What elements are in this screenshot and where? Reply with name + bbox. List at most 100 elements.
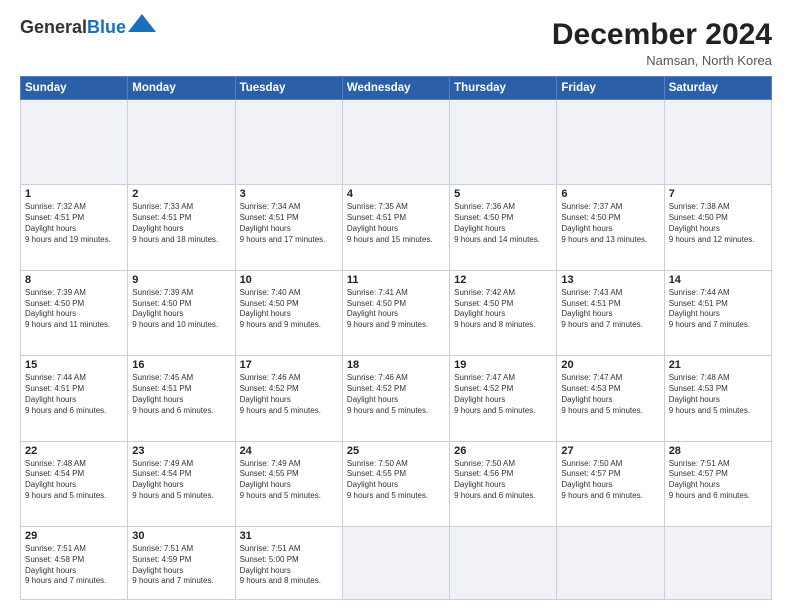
calendar-day-cell xyxy=(557,100,664,185)
calendar-day-cell: 13 Sunrise: 7:43 AMSunset: 4:51 PMDayligh… xyxy=(557,270,664,355)
calendar-day-cell: 7 Sunrise: 7:38 AMSunset: 4:50 PMDaylight… xyxy=(664,185,771,270)
day-info: Sunrise: 7:46 AMSunset: 4:52 PMDaylight … xyxy=(347,373,445,416)
calendar-day-cell: 16 Sunrise: 7:45 AMSunset: 4:51 PMDayligh… xyxy=(128,356,235,441)
day-number: 6 xyxy=(561,188,659,200)
day-number: 27 xyxy=(561,445,659,457)
day-of-week-header: Wednesday xyxy=(342,77,449,100)
calendar-day-cell: 14Sunrise: 7:44 AMSunset: 4:51 PMDayligh… xyxy=(664,270,771,355)
calendar-day-cell xyxy=(450,100,557,185)
day-number: 16 xyxy=(132,359,230,371)
day-number: 17 xyxy=(240,359,338,371)
calendar-day-cell: 15Sunrise: 7:44 AMSunset: 4:51 PMDayligh… xyxy=(21,356,128,441)
day-number: 25 xyxy=(347,445,445,457)
calendar-day-cell: 6Sunrise: 7:37 AMSunset: 4:50 PMDaylight… xyxy=(557,185,664,270)
day-of-week-header: Thursday xyxy=(450,77,557,100)
day-info: Sunrise: 7:45 AMSunset: 4:51 PMDaylight … xyxy=(132,373,230,416)
calendar-day-cell xyxy=(21,100,128,185)
day-info: Sunrise: 7:40 AMSunset: 4:50 PMDaylight … xyxy=(240,288,338,331)
calendar-day-cell: 2 Sunrise: 7:33 AMSunset: 4:51 PMDaylight… xyxy=(128,185,235,270)
calendar-header-row: SundayMondayTuesdayWednesdayThursdayFrid… xyxy=(21,77,772,100)
day-info: Sunrise: 7:51 AMSunset: 4:58 PMDaylight … xyxy=(25,544,123,587)
calendar-day-cell: 26 Sunrise: 7:50 AMSunset: 4:56 PMDayligh… xyxy=(450,441,557,526)
calendar-day-cell: 3Sunrise: 7:34 AMSunset: 4:51 PMDaylight… xyxy=(235,185,342,270)
day-info: Sunrise: 7:46 AMSunset: 4:52 PMDaylight … xyxy=(240,373,338,416)
calendar-day-cell: 4 Sunrise: 7:35 AMSunset: 4:51 PMDaylight… xyxy=(342,185,449,270)
logo: GeneralBlue xyxy=(20,18,156,36)
day-number: 31 xyxy=(240,530,338,542)
day-number: 11 xyxy=(347,274,445,286)
day-number: 2 xyxy=(132,188,230,200)
month-title: December 2024 xyxy=(552,18,772,51)
day-number: 9 xyxy=(132,274,230,286)
calendar-day-cell: 10 Sunrise: 7:40 AMSunset: 4:50 PMDayligh… xyxy=(235,270,342,355)
calendar-week-row: 8Sunrise: 7:39 AMSunset: 4:50 PMDaylight… xyxy=(21,270,772,355)
calendar-day-cell: 12 Sunrise: 7:42 AMSunset: 4:50 PMDayligh… xyxy=(450,270,557,355)
calendar-week-row: 1 Sunrise: 7:32 AMSunset: 4:51 PMDaylight… xyxy=(21,185,772,270)
calendar-day-cell: 18 Sunrise: 7:46 AMSunset: 4:52 PMDayligh… xyxy=(342,356,449,441)
calendar-day-cell: 29 Sunrise: 7:51 AMSunset: 4:58 PMDayligh… xyxy=(21,527,128,600)
day-info: Sunrise: 7:51 AMSunset: 5:00 PMDaylight … xyxy=(240,544,338,587)
day-of-week-header: Friday xyxy=(557,77,664,100)
calendar-day-cell xyxy=(664,527,771,600)
day-number: 13 xyxy=(561,274,659,286)
title-block: December 2024 Namsan, North Korea xyxy=(552,18,772,68)
page: GeneralBlue December 2024 Namsan, North … xyxy=(0,0,792,612)
day-of-week-header: Sunday xyxy=(21,77,128,100)
day-info: Sunrise: 7:50 AMSunset: 4:55 PMDaylight … xyxy=(347,459,445,502)
calendar-day-cell: 23Sunrise: 7:49 AMSunset: 4:54 PMDayligh… xyxy=(128,441,235,526)
day-number: 15 xyxy=(25,359,123,371)
day-number: 21 xyxy=(669,359,767,371)
day-number: 28 xyxy=(669,445,767,457)
calendar-day-cell: 31 Sunrise: 7:51 AMSunset: 5:00 PMDayligh… xyxy=(235,527,342,600)
day-number: 5 xyxy=(454,188,552,200)
calendar-day-cell: 30Sunrise: 7:51 AMSunset: 4:59 PMDayligh… xyxy=(128,527,235,600)
calendar-week-row: 29 Sunrise: 7:51 AMSunset: 4:58 PMDayligh… xyxy=(21,527,772,600)
calendar-day-cell xyxy=(557,527,664,600)
calendar-day-cell: 19Sunrise: 7:47 AMSunset: 4:52 PMDayligh… xyxy=(450,356,557,441)
day-info: Sunrise: 7:49 AMSunset: 4:55 PMDaylight … xyxy=(240,459,338,502)
calendar-day-cell xyxy=(450,527,557,600)
day-number: 20 xyxy=(561,359,659,371)
day-number: 12 xyxy=(454,274,552,286)
day-info: Sunrise: 7:47 AMSunset: 4:53 PMDaylight … xyxy=(561,373,659,416)
day-number: 4 xyxy=(347,188,445,200)
calendar-day-cell xyxy=(342,527,449,600)
day-number: 19 xyxy=(454,359,552,371)
day-number: 18 xyxy=(347,359,445,371)
day-info: Sunrise: 7:42 AMSunset: 4:50 PMDaylight … xyxy=(454,288,552,331)
day-info: Sunrise: 7:39 AMSunset: 4:50 PMDaylight … xyxy=(132,288,230,331)
day-number: 7 xyxy=(669,188,767,200)
day-number: 1 xyxy=(25,188,123,200)
day-info: Sunrise: 7:41 AMSunset: 4:50 PMDaylight … xyxy=(347,288,445,331)
day-info: Sunrise: 7:38 AMSunset: 4:50 PMDaylight … xyxy=(669,202,767,245)
day-number: 10 xyxy=(240,274,338,286)
calendar-day-cell: 22Sunrise: 7:48 AMSunset: 4:54 PMDayligh… xyxy=(21,441,128,526)
day-number: 24 xyxy=(240,445,338,457)
header: GeneralBlue December 2024 Namsan, North … xyxy=(20,18,772,68)
calendar-day-cell xyxy=(342,100,449,185)
day-info: Sunrise: 7:50 AMSunset: 4:57 PMDaylight … xyxy=(561,459,659,502)
day-info: Sunrise: 7:35 AMSunset: 4:51 PMDaylight … xyxy=(347,202,445,245)
day-info: Sunrise: 7:50 AMSunset: 4:56 PMDaylight … xyxy=(454,459,552,502)
day-info: Sunrise: 7:39 AMSunset: 4:50 PMDaylight … xyxy=(25,288,123,331)
calendar-day-cell: 24 Sunrise: 7:49 AMSunset: 4:55 PMDayligh… xyxy=(235,441,342,526)
calendar-day-cell: 5 Sunrise: 7:36 AMSunset: 4:50 PMDaylight… xyxy=(450,185,557,270)
day-number: 29 xyxy=(25,530,123,542)
calendar-day-cell: 21Sunrise: 7:48 AMSunset: 4:53 PMDayligh… xyxy=(664,356,771,441)
day-info: Sunrise: 7:36 AMSunset: 4:50 PMDaylight … xyxy=(454,202,552,245)
day-number: 30 xyxy=(132,530,230,542)
calendar-day-cell: 11 Sunrise: 7:41 AMSunset: 4:50 PMDayligh… xyxy=(342,270,449,355)
calendar-day-cell: 1 Sunrise: 7:32 AMSunset: 4:51 PMDaylight… xyxy=(21,185,128,270)
location-subtitle: Namsan, North Korea xyxy=(552,53,772,68)
day-number: 26 xyxy=(454,445,552,457)
day-number: 22 xyxy=(25,445,123,457)
day-info: Sunrise: 7:44 AMSunset: 4:51 PMDaylight … xyxy=(669,288,767,331)
day-of-week-header: Saturday xyxy=(664,77,771,100)
calendar-day-cell: 20 Sunrise: 7:47 AMSunset: 4:53 PMDayligh… xyxy=(557,356,664,441)
day-of-week-header: Tuesday xyxy=(235,77,342,100)
day-info: Sunrise: 7:43 AMSunset: 4:51 PMDaylight … xyxy=(561,288,659,331)
day-number: 23 xyxy=(132,445,230,457)
day-info: Sunrise: 7:32 AMSunset: 4:51 PMDaylight … xyxy=(25,202,123,245)
day-info: Sunrise: 7:33 AMSunset: 4:51 PMDaylight … xyxy=(132,202,230,245)
day-info: Sunrise: 7:34 AMSunset: 4:51 PMDaylight … xyxy=(240,202,338,245)
